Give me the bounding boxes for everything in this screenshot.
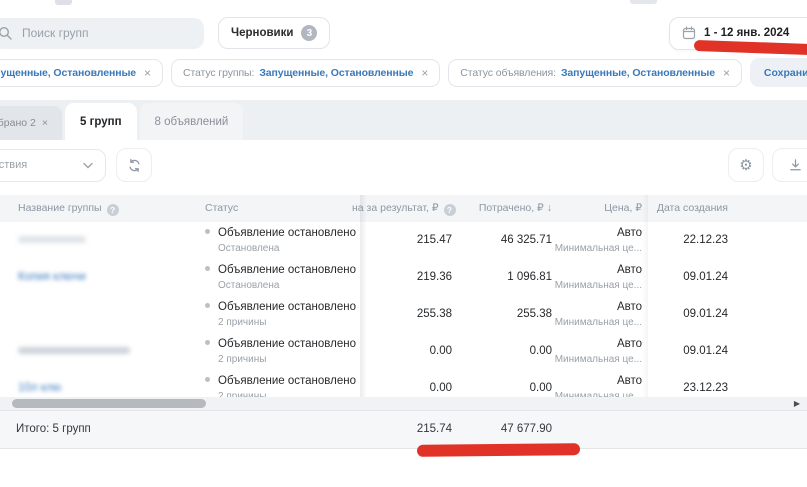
actions-dropdown-label: Действия xyxy=(0,159,27,171)
status-dot-icon xyxy=(205,377,210,382)
status-dot-icon xyxy=(205,340,210,345)
calendar-icon xyxy=(682,26,696,40)
tabs: Выбрано 2 × 5 групп 8 объявлений xyxy=(0,103,243,140)
cost-per-result-value: 219.36 xyxy=(352,259,452,296)
group-name-cell[interactable] xyxy=(18,222,198,259)
status-dot-icon xyxy=(205,303,210,308)
price-strategy: Минимальная це... xyxy=(522,354,642,365)
table-row[interactable]: Объявление остановлено Остановлена 215.4… xyxy=(0,222,807,260)
filter-chip-value: Запущенные, Остановленные xyxy=(0,67,136,79)
drafts-button[interactable]: Черновики 3 xyxy=(218,17,330,49)
created-date: 09.01.24 xyxy=(630,259,728,296)
group-name-cell[interactable] xyxy=(18,296,198,333)
created-date: 22.12.23 xyxy=(630,222,728,259)
chevron-down-icon xyxy=(83,162,93,169)
close-icon[interactable]: × xyxy=(144,66,151,80)
table-row[interactable]: Копия ключи Объявление остановлено Остан… xyxy=(0,259,807,297)
filter-chip-value: Запущенные, Остановленные xyxy=(259,67,413,79)
column-header-created[interactable]: Дата создания xyxy=(630,195,728,222)
status-cell: Объявление остановлено 2 причины xyxy=(205,296,355,333)
drafts-count-badge: 3 xyxy=(301,25,317,41)
export-button[interactable] xyxy=(772,148,807,182)
filter-chip-ad-status[interactable]: Статус объявления: Запущенные, Остановле… xyxy=(448,59,742,87)
group-name-redacted xyxy=(18,347,130,354)
filter-chip-group-status[interactable]: Статус группы: Запущенные, Остановленные… xyxy=(171,59,440,87)
scroll-right-icon[interactable]: ▶ xyxy=(794,397,800,410)
group-name-cell[interactable] xyxy=(18,333,198,370)
date-range-label: 1 - 12 янв. 2024 xyxy=(704,27,789,39)
table-row[interactable]: Объявление остановлено 2 причины 255.38 … xyxy=(0,296,807,334)
table-totals-row: Итого: 5 групп 215.74 47 677.90 xyxy=(0,410,807,449)
created-date: 09.01.24 xyxy=(630,296,728,333)
filter-bar: Запущенные, Остановленные × Статус групп… xyxy=(0,58,807,87)
actions-dropdown[interactable]: Действия xyxy=(0,149,106,182)
download-icon xyxy=(788,158,803,173)
substatus: Остановлена xyxy=(218,243,279,254)
price-strategy: Минимальная це... xyxy=(522,243,642,254)
horizontal-scrollbar[interactable]: ▶ xyxy=(0,397,807,410)
status-dot-icon xyxy=(205,229,210,234)
tab-strip: Выбрано 2 × 5 групп 8 объявлений xyxy=(0,100,807,140)
column-header-status[interactable]: Статус xyxy=(205,195,355,222)
group-name-link[interactable]: Копия ключи xyxy=(18,271,86,283)
cost-per-result-value: 215.47 xyxy=(352,222,452,259)
filter-chip-label: Статус группы: xyxy=(183,67,254,79)
cost-per-result-value: 0.00 xyxy=(352,333,452,370)
status-dot-icon xyxy=(205,266,210,271)
ads-manager-groups-page: Черновики 3 1 - 12 янв. 2024 Запущенные,… xyxy=(0,0,807,487)
red-marker-annotation-totals xyxy=(417,443,580,457)
substatus: Остановлена xyxy=(218,280,279,291)
substatus: 2 причины xyxy=(218,317,266,328)
tab-groups[interactable]: 5 групп xyxy=(65,103,137,140)
search-input[interactable] xyxy=(20,25,194,41)
close-icon[interactable]: × xyxy=(723,66,730,80)
cropped-element-remnant xyxy=(630,0,657,4)
group-name-cell[interactable]: Копия ключи xyxy=(18,259,198,296)
search-icon xyxy=(0,26,12,40)
refresh-button[interactable] xyxy=(116,148,152,182)
total-cost-per-result: 215.74 xyxy=(352,411,452,448)
price-strategy: Минимальная це... xyxy=(522,317,642,328)
status-cell: Объявление остановлено Остановлена xyxy=(205,259,355,296)
column-header-group-name[interactable]: Название группы? xyxy=(18,195,198,222)
table-settings-button[interactable]: ⚙ xyxy=(728,148,764,182)
tab-ads[interactable]: 8 объявлений xyxy=(140,103,244,140)
gear-icon: ⚙ xyxy=(739,158,752,173)
drafts-label: Черновики xyxy=(231,27,293,39)
column-header-cost-per-result[interactable]: на за результат, ₽? xyxy=(352,195,452,222)
filter-chip-campaign-status[interactable]: Запущенные, Остановленные × xyxy=(0,59,163,87)
filter-chip-value: Запущенные, Остановленные xyxy=(561,67,715,79)
scrollbar-thumb[interactable] xyxy=(12,399,206,408)
price-strategy: Минимальная це... xyxy=(522,280,642,291)
save-filters-button[interactable]: Сохранить xyxy=(750,58,807,87)
selection-count-label: Выбрано 2 xyxy=(0,117,36,129)
sort-desc-icon[interactable]: ↓ xyxy=(547,202,552,214)
table-row[interactable]: Объявление остановлено 2 причины 0.00 0.… xyxy=(0,333,807,371)
close-icon[interactable]: × xyxy=(421,66,428,80)
status-cell: Объявление остановлено 2 причины xyxy=(205,333,355,370)
total-spent: 47 677.90 xyxy=(452,411,552,448)
cost-per-result-value: 255.38 xyxy=(352,296,452,333)
filter-chip-label: Статус объявления: xyxy=(460,67,556,79)
group-name-link[interactable]: 10л клю xyxy=(18,382,61,394)
selection-count-chip[interactable]: Выбрано 2 × xyxy=(0,106,62,140)
table-actions-bar: Действия xyxy=(0,148,152,182)
created-date: 09.01.24 xyxy=(630,333,728,370)
refresh-icon xyxy=(127,158,142,173)
totals-label: Итого: 5 групп xyxy=(16,411,91,448)
search-groups-field[interactable] xyxy=(0,18,204,49)
column-header-spent[interactable]: Потрачено, ₽↓ xyxy=(452,195,552,222)
substatus: 2 причины xyxy=(218,354,266,365)
table-header: Название группы? Статус на за результат,… xyxy=(0,195,807,222)
group-name-redacted xyxy=(18,236,86,243)
help-icon[interactable]: ? xyxy=(107,204,119,216)
cropped-element-remnant xyxy=(55,0,72,5)
close-icon[interactable]: × xyxy=(42,117,48,129)
top-toolbar: Черновики 3 1 - 12 янв. 2024 xyxy=(0,16,807,50)
status-cell: Объявление остановлено Остановлена xyxy=(205,222,355,259)
